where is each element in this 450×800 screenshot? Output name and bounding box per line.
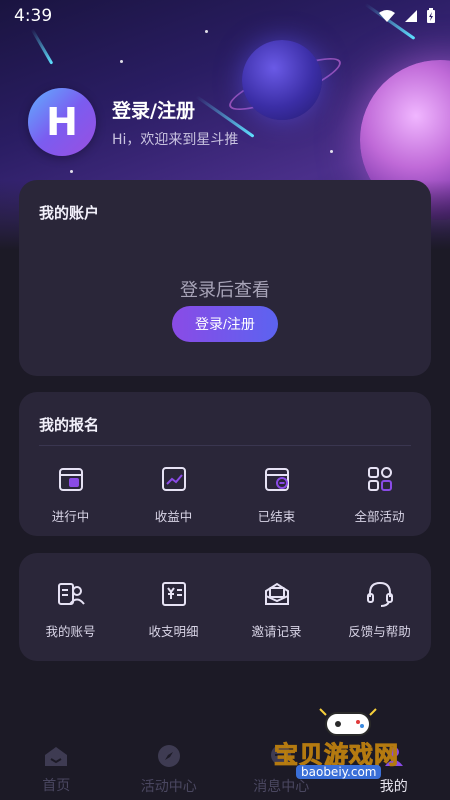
divider <box>39 445 411 446</box>
feedback-help-button[interactable]: 反馈与帮助 <box>328 579 431 640</box>
grid-item-label: 进行中 <box>51 509 90 524</box>
avatar-logo: H <box>46 100 78 144</box>
wifi-icon <box>378 9 396 23</box>
calendar-icon <box>56 464 86 498</box>
grid-icon <box>365 464 395 498</box>
signal-icon <box>404 9 418 23</box>
star-decoration <box>70 170 73 173</box>
card-title: 我的报名 <box>39 416 100 434</box>
grid-item-label: 收支明细 <box>148 624 199 639</box>
user-card-icon <box>56 579 86 613</box>
my-account-button[interactable]: 我的账号 <box>19 579 122 640</box>
account-card: 我的账户 登录后查看 登录/注册 <box>19 180 431 376</box>
status-time: 4:39 <box>14 6 53 26</box>
tools-card: 我的账号 收支明细 邀请记录 反馈与帮助 <box>19 553 431 661</box>
tab-label: 首页 <box>42 778 71 794</box>
tab-activity-center[interactable]: 活动中心 <box>113 740 226 800</box>
signup-all-button[interactable]: 全部活动 <box>328 464 431 525</box>
avatar[interactable]: H <box>28 88 96 156</box>
login-hint: 登录后查看 <box>180 280 270 301</box>
login-button[interactable]: 登录/注册 <box>172 306 278 342</box>
mail-icon <box>262 579 292 613</box>
signup-ongoing-button[interactable]: 进行中 <box>19 464 122 525</box>
home-icon <box>43 745 69 771</box>
invite-records-button[interactable]: 邀请记录 <box>225 579 328 640</box>
battery-icon <box>426 8 436 24</box>
compass-icon <box>157 744 181 772</box>
ledger-button[interactable]: 收支明细 <box>122 579 225 640</box>
star-decoration <box>120 60 123 63</box>
tab-label: 活动中心 <box>140 779 197 795</box>
grid-item-label: 已结束 <box>257 509 296 524</box>
grid-item-label: 邀请记录 <box>251 624 302 639</box>
planet-decoration <box>242 40 322 120</box>
signup-card: 我的报名 进行中 收益中 已结束 全部活动 <box>19 392 431 536</box>
signup-ended-button[interactable]: 已结束 <box>225 464 328 525</box>
watermark-url: baobeiy.com <box>296 765 382 779</box>
grid-item-label: 我的账号 <box>45 624 96 639</box>
signup-earning-button[interactable]: 收益中 <box>122 464 225 525</box>
tab-home[interactable]: 首页 <box>0 740 113 800</box>
star-decoration <box>330 150 333 153</box>
grid-item-label: 全部活动 <box>354 509 405 524</box>
status-bar: 4:39 <box>0 0 450 32</box>
calendar-done-icon <box>262 464 292 498</box>
watermark-logo: 宝贝游戏网 baobeiy.com <box>268 705 428 785</box>
welcome-text: Hi，欢迎来到星斗推 <box>112 131 239 148</box>
ledger-icon <box>159 579 189 613</box>
grid-item-label: 收益中 <box>154 509 193 524</box>
grid-item-label: 反馈与帮助 <box>348 624 411 639</box>
chart-icon <box>159 464 189 498</box>
login-register-link[interactable]: 登录/注册 <box>112 96 238 123</box>
comet-decoration <box>30 28 54 65</box>
profile-header[interactable]: H 登录/注册 Hi，欢迎来到星斗推 <box>28 88 238 156</box>
card-title: 我的账户 <box>39 204 100 222</box>
headset-icon <box>365 579 395 613</box>
